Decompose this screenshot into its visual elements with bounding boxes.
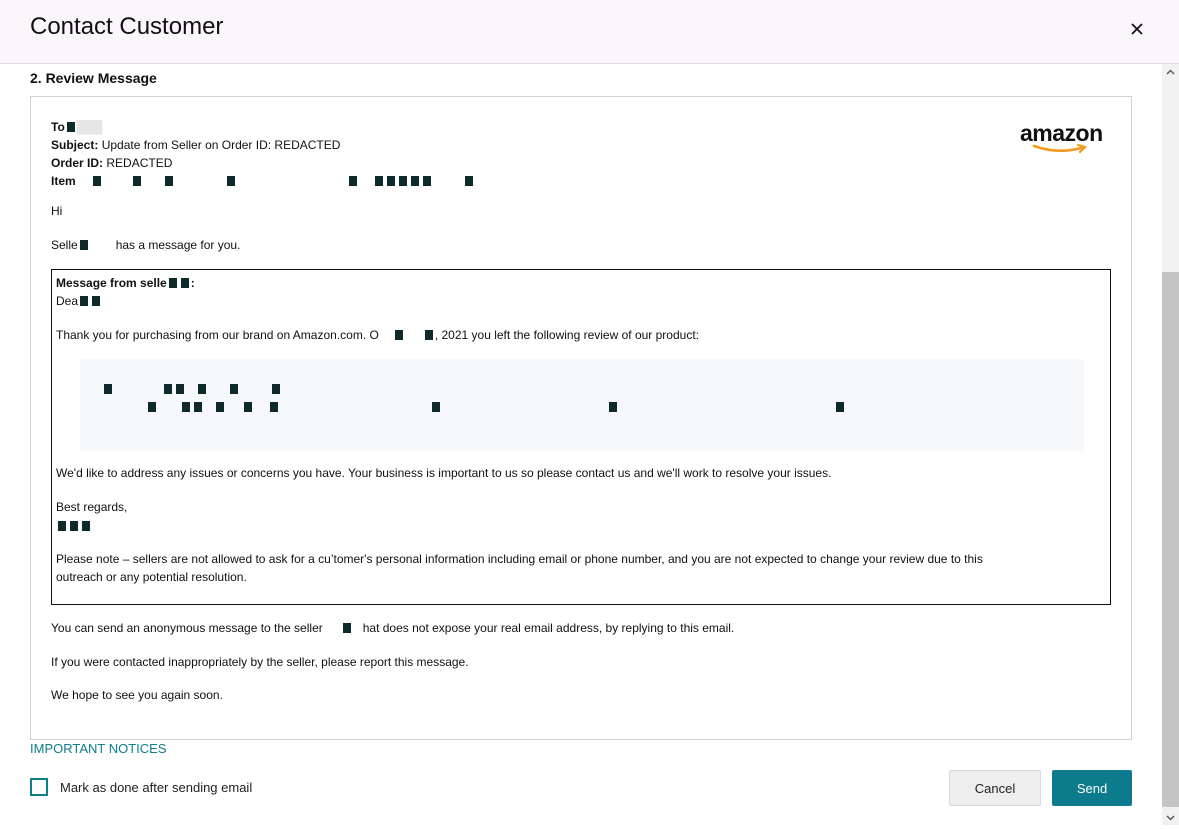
order-value: REDACTED: [106, 156, 173, 170]
send-button[interactable]: Send: [1052, 770, 1132, 806]
message-preview: amazon To ███ Subject: Update from Seller…: [30, 96, 1132, 740]
close-button[interactable]: [1122, 14, 1152, 44]
to-line: To ███: [51, 120, 103, 134]
item-label: Item: [51, 174, 76, 188]
dear-line: Dea: [56, 293, 102, 309]
note-line-2: outreach or any potential resolution.: [56, 570, 247, 584]
chevron-down-icon: [1166, 815, 1175, 821]
report-line: If you were contacted inappropriately by…: [51, 655, 469, 669]
scrollbar-thumb[interactable]: [1162, 272, 1179, 807]
address-issues-line: We'd like to address any issues or conce…: [56, 466, 832, 480]
important-notices-link[interactable]: IMPORTANT NOTICES: [30, 741, 167, 756]
order-label: Order ID:: [51, 156, 104, 170]
scroll-up-button[interactable]: [1164, 66, 1177, 79]
dialog-title: Contact Customer: [30, 13, 224, 40]
item-line: Item: [51, 173, 475, 189]
seller-intro-line: Selle has a message for you.: [51, 238, 241, 252]
logo-text: amazon: [1020, 120, 1103, 146]
signature-line: [56, 518, 92, 534]
to-label: To: [51, 120, 65, 134]
mark-done-checkbox[interactable]: [30, 778, 48, 796]
seller-message-box: Message from selle: Dea Thank you for pu…: [51, 269, 1111, 605]
note-line-1: Please note – sellers are not allowed to…: [56, 552, 983, 566]
review-quote: [80, 359, 1084, 451]
amazon-logo: amazon: [1020, 121, 1114, 157]
cancel-button[interactable]: Cancel: [949, 770, 1041, 806]
order-line: Order ID: REDACTED: [51, 155, 172, 171]
subject-label: Subject:: [51, 138, 99, 152]
regards-line: Best regards,: [56, 500, 128, 514]
dialog-header: Contact Customer: [0, 0, 1179, 64]
chevron-up-icon: [1166, 69, 1175, 75]
message-heading: Message from selle:: [56, 276, 195, 290]
greeting: Hi: [51, 204, 63, 218]
anonymous-line: You can send an anonymous message to the…: [51, 621, 735, 635]
greeting-line: Hi: [51, 203, 62, 219]
subject-line: Subject: Update from Seller on Order ID:…: [51, 137, 340, 153]
subject-value: Update from Seller on Order ID: REDACTED: [101, 138, 341, 152]
review-body: [102, 399, 846, 415]
redaction: [66, 122, 75, 132]
section-title: 2. Review Message: [30, 70, 157, 86]
review-title: [102, 381, 282, 397]
logo-smile-icon: [1032, 143, 1088, 154]
mark-done-label: Mark as done after sending email: [60, 780, 253, 795]
close-icon: [1131, 23, 1143, 35]
scroll-down-button[interactable]: [1164, 811, 1177, 824]
thanks-line: Thank you for purchasing from our brand …: [56, 328, 699, 342]
closing-line: We hope to see you again soon.: [51, 688, 223, 702]
